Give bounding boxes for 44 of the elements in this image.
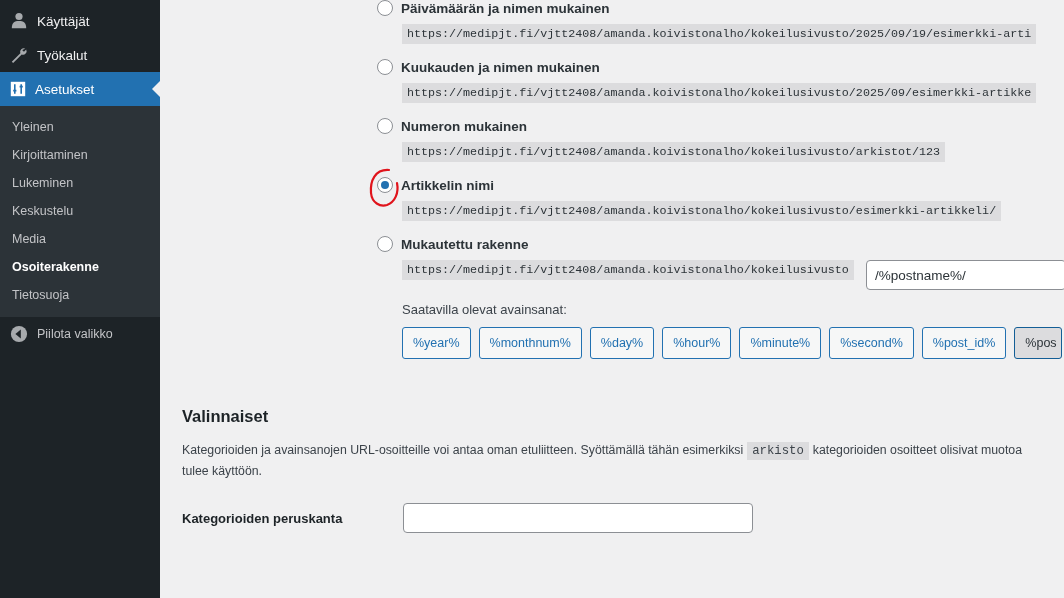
collapse-menu-button[interactable]: Piilota valikko [0, 317, 160, 351]
option-label: Artikkelin nimi [401, 177, 495, 193]
tag-button[interactable]: %day% [589, 327, 655, 359]
menu-item[interactable]: Asetukset [0, 72, 160, 106]
url-prefix: https://medipjt.fi/vjtt2408/amanda.koivistonalho/kokeilusivusto [402, 260, 854, 280]
tag-button[interactable]: %monthnum% [478, 327, 582, 359]
field-label: Kategorioiden peruskanta [182, 510, 344, 526]
submenu-item[interactable]: Tietosuoja [0, 281, 160, 309]
url-example: https://medipjt.fi/vjtt2408/amanda.koivistonalho/kokeilusivusto/arkistot/123 [402, 142, 946, 162]
submenu-item[interactable]: Kirjoittaminen [0, 141, 160, 169]
option-label: Päivämäärän ja nimen mukainen [401, 0, 610, 16]
menu-item[interactable]: Työkalut [0, 38, 160, 72]
section-heading: Valinnaiset [182, 407, 270, 426]
radio-button[interactable] [377, 59, 393, 75]
submenu-item[interactable]: Yleinen [0, 113, 160, 141]
radio-button[interactable] [377, 0, 393, 16]
structure-field[interactable]: /%postname%/ [865, 260, 1064, 290]
wrench-icon [10, 46, 28, 64]
radio-button[interactable] [377, 236, 393, 252]
tag-button[interactable]: %hour% [662, 327, 732, 359]
tag-button[interactable]: %post_id% [921, 327, 1007, 359]
user-icon [10, 12, 28, 30]
input-field[interactable] [403, 503, 753, 533]
radio-button[interactable] [377, 177, 393, 193]
url-example: https://medipjt.fi/vjtt2408/amanda.koivistonalho/kokeilusivusto/2025/09/19/esimerkki-arti [402, 24, 1037, 44]
tag-button[interactable]: %second% [829, 327, 914, 359]
url-example: https://medipjt.fi/vjtt2408/amanda.koivistonalho/kokeilusivusto/2025/09/esimerkki-artikke [402, 83, 1037, 103]
description-paragraph: Kategorioiden ja avainsanojen URL-osoitteille voi antaa oman etuliitteen. Syöttämällä tähän esimerkiksi arkisto kategorioiden osoitteet olisivat muotoa tulee käyttöön. [182, 441, 1024, 480]
submenu-item[interactable]: Keskustelu [0, 197, 160, 225]
option-label: Numeron mukainen [401, 118, 528, 134]
tag-button[interactable]: %pos [1014, 327, 1062, 359]
tags-label: Saatavilla olevat avainsanat: [402, 302, 568, 317]
submenu-item[interactable]: Osoiterakenne [0, 253, 160, 281]
menu-item[interactable]: Käyttäjät [0, 4, 160, 38]
collapse-icon [10, 325, 28, 343]
option-label: Kuukauden ja nimen mukainen [401, 59, 600, 75]
tag-button[interactable]: %year% [402, 327, 471, 359]
tag-button[interactable]: %minute% [739, 327, 822, 359]
sliders-icon [10, 81, 26, 97]
submenu-item[interactable]: Media [0, 225, 160, 253]
submenu-item[interactable]: Lukeminen [0, 169, 160, 197]
url-example: https://medipjt.fi/vjtt2408/amanda.koivistonalho/kokeilusivusto/esimerkki-artikkeli/ [402, 201, 1002, 221]
radio-button[interactable] [377, 118, 393, 134]
option-label: Mukautettu rakenne [401, 236, 529, 252]
